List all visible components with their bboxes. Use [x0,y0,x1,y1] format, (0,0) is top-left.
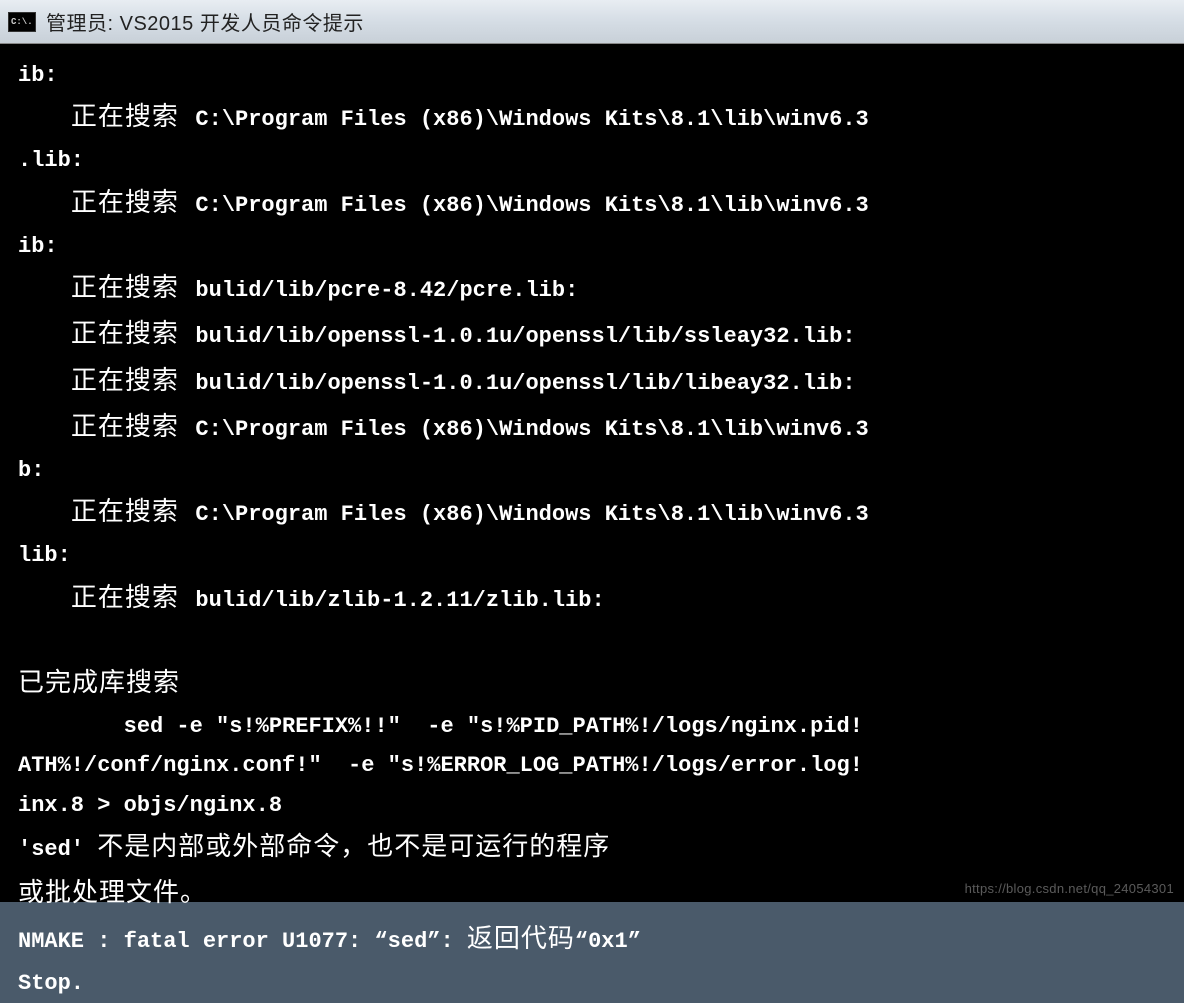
terminal-line: 'sed' 不是内部或外部命令，也不是可运行的程序 [18,825,1180,871]
terminal-line: 已完成库搜索 [18,661,1180,707]
watermark-text: https://blog.csdn.net/qq_24054301 [965,881,1174,896]
terminal-line: 正在搜索 C:\Program Files (x86)\Windows Kits… [18,181,1180,227]
terminal-area[interactable]: ib: 正在搜索 C:\Program Files (x86)\Windows … [0,44,1184,902]
terminal-line: Stop. [18,964,1180,1003]
terminal-line: 正在搜索 C:\Program Files (x86)\Windows Kits… [18,490,1180,536]
terminal-line: NMAKE : fatal error U1077: “sed”: 返回代码“0… [18,917,1180,963]
terminal-line: 正在搜索 bulid/lib/pcre-8.42/pcre.lib: [18,266,1180,312]
terminal-line [18,622,1180,661]
terminal-line: b: [18,451,1180,490]
terminal-line: ib: [18,227,1180,266]
command-prompt-window: C:\. 管理员: VS2015 开发人员命令提示 ib: 正在搜索 C:\Pr… [0,0,1184,902]
terminal-line: 正在搜索 bulid/lib/openssl-1.0.1u/openssl/li… [18,359,1180,405]
terminal-line: inx.8 > objs/nginx.8 [18,786,1180,825]
terminal-line: .lib: [18,141,1180,180]
terminal-line: 正在搜索 C:\Program Files (x86)\Windows Kits… [18,405,1180,451]
terminal-line: sed -e "s!%PREFIX%!!" -e "s!%PID_PATH%!/… [18,707,1180,746]
terminal-line: lib: [18,536,1180,575]
cmd-icon: C:\. [8,12,36,32]
titlebar[interactable]: C:\. 管理员: VS2015 开发人员命令提示 [0,0,1184,44]
window-title: 管理员: VS2015 开发人员命令提示 [46,7,364,36]
terminal-line: ib: [18,56,1180,95]
terminal-output: ib: 正在搜索 C:\Program Files (x86)\Windows … [18,56,1180,1003]
terminal-line: 正在搜索 bulid/lib/zlib-1.2.11/zlib.lib: [18,576,1180,622]
terminal-line: ATH%!/conf/nginx.conf!" -e "s!%ERROR_LOG… [18,746,1180,785]
terminal-line: 正在搜索 bulid/lib/openssl-1.0.1u/openssl/li… [18,312,1180,358]
terminal-line: 正在搜索 C:\Program Files (x86)\Windows Kits… [18,95,1180,141]
